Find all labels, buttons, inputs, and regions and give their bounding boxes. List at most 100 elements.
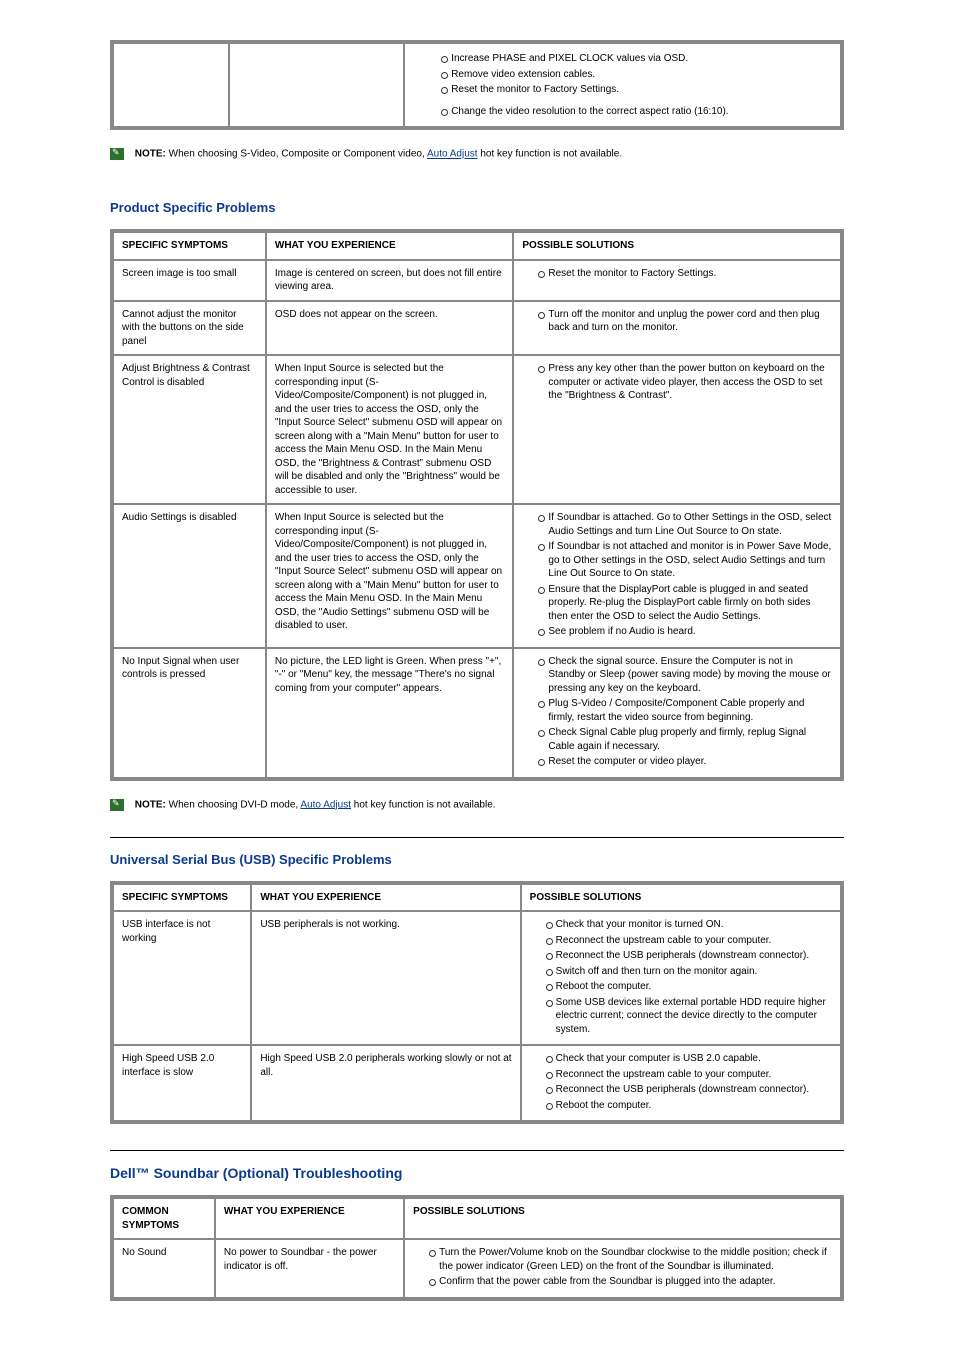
table-row: Adjust Brightness & Contrast Control is … [113, 355, 841, 504]
col-header: WHAT YOU EXPERIENCE [215, 1198, 404, 1239]
col-header: SPECIFIC SYMPTOMS [113, 884, 251, 912]
cell: Screen image is too small [113, 260, 266, 301]
list-item: Change the video resolution to the corre… [441, 105, 832, 119]
cell: USB interface is not working [113, 911, 251, 1045]
list-item: Ensure that the DisplayPort cable is plu… [538, 583, 832, 624]
note-icon [110, 148, 124, 160]
table-row: Increase PHASE and PIXEL CLOCK values vi… [113, 43, 841, 127]
heading-product-specific-problems: Product Specific Problems [110, 200, 844, 215]
solution-list: Reset the monitor to Factory Settings. [538, 267, 832, 281]
heading-soundbar-troubleshooting: Dell™ Soundbar (Optional) Troubleshootin… [110, 1165, 844, 1181]
cell: No power to Soundbar - the power indicat… [215, 1239, 404, 1298]
note-dvi: NOTE: When choosing DVI-D mode, Auto Adj… [110, 799, 844, 811]
solution-list: Check that your monitor is turned ON. Re… [546, 918, 832, 1036]
cell: Cannot adjust the monitor with the butto… [113, 301, 266, 356]
list-item: Reboot the computer. [546, 1099, 832, 1113]
solution-list: Check that your computer is USB 2.0 capa… [546, 1052, 832, 1112]
col-header: WHAT YOU EXPERIENCE [251, 884, 520, 912]
list-item: Check that your monitor is turned ON. [546, 918, 832, 932]
solution-list: Check the signal source. Ensure the Comp… [538, 655, 832, 769]
cell: Reset the monitor to Factory Settings. [513, 260, 841, 301]
solution-list: If Soundbar is attached. Go to Other Set… [538, 511, 832, 639]
table-row: Audio Settings is disabled When Input So… [113, 504, 841, 648]
cell: If Soundbar is attached. Go to Other Set… [513, 504, 841, 648]
solution-sublist: Increase PHASE and PIXEL CLOCK values vi… [441, 52, 832, 118]
divider [110, 1150, 844, 1151]
col-header: WHAT YOU EXPERIENCE [266, 232, 514, 260]
note-video: NOTE: When choosing S-Video, Composite o… [110, 148, 844, 160]
soundbar-table: COMMON SYMPTOMS WHAT YOU EXPERIENCE POSS… [110, 1195, 844, 1301]
solution-list: Turn the Power/Volume knob on the Soundb… [429, 1246, 832, 1289]
list-item: Turn the Power/Volume knob on the Soundb… [429, 1246, 832, 1273]
cell: Check the signal source. Ensure the Comp… [513, 648, 841, 778]
cell: No Sound [113, 1239, 215, 1298]
col-header: POSSIBLE SOLUTIONS [513, 232, 841, 260]
top-fragment-table: Increase PHASE and PIXEL CLOCK values vi… [110, 40, 844, 130]
note-icon [110, 799, 124, 811]
list-item: Some USB devices like external portable … [546, 996, 832, 1037]
cell: When Input Source is selected but the co… [266, 504, 514, 648]
table-row: Cannot adjust the monitor with the butto… [113, 301, 841, 356]
cell [113, 43, 229, 127]
table-row: No Input Signal when user controls is pr… [113, 648, 841, 778]
col-header: COMMON SYMPTOMS [113, 1198, 215, 1239]
list-item: If Soundbar is not attached and monitor … [538, 540, 832, 581]
list-item: Reconnect the USB peripherals (downstrea… [546, 949, 832, 963]
note-prefix: NOTE: [135, 149, 169, 160]
table-row: High Speed USB 2.0 interface is slow Hig… [113, 1045, 841, 1121]
cell [229, 43, 404, 127]
cell: Press any key other than the power butto… [513, 355, 841, 504]
table-row: No Sound No power to Soundbar - the powe… [113, 1239, 841, 1298]
list-item: Increase PHASE and PIXEL CLOCK values vi… [441, 52, 832, 66]
list-item: Remove video extension cables. [441, 68, 832, 82]
page: Increase PHASE and PIXEL CLOCK values vi… [0, 0, 954, 1361]
solution-list: Press any key other than the power butto… [538, 362, 832, 403]
cell: Check that your monitor is turned ON. Re… [521, 911, 841, 1045]
list-item: Confirm that the power cable from the So… [429, 1275, 832, 1289]
list-item: If Soundbar is attached. Go to Other Set… [538, 511, 832, 538]
list-item: Reconnect the upstream cable to your com… [546, 934, 832, 948]
usb-table: SPECIFIC SYMPTOMS WHAT YOU EXPERIENCE PO… [110, 881, 844, 1125]
col-header: SPECIFIC SYMPTOMS [113, 232, 266, 260]
list-item: Reset the monitor to Factory Settings. [538, 267, 832, 281]
cell: No picture, the LED light is Green. When… [266, 648, 514, 778]
list-item: Plug S-Video / Composite/Component Cable… [538, 697, 832, 724]
list-item: Turn off the monitor and unplug the powe… [538, 308, 832, 335]
list-item: Reset the computer or video player. [538, 755, 832, 769]
list-item: Reboot the computer. [546, 980, 832, 994]
cell: Increase PHASE and PIXEL CLOCK values vi… [404, 43, 841, 127]
list-item: Reconnect the USB peripherals (downstrea… [546, 1083, 832, 1097]
cell: No Input Signal when user controls is pr… [113, 648, 266, 778]
cell: High Speed USB 2.0 interface is slow [113, 1045, 251, 1121]
auto-adjust-link[interactable]: Auto Adjust [300, 799, 351, 810]
note-text: When choosing S-Video, Composite or Comp… [169, 149, 427, 160]
auto-adjust-link[interactable]: Auto Adjust [427, 149, 478, 160]
cell: Image is centered on screen, but does no… [266, 260, 514, 301]
note-text: When choosing DVI-D mode, [169, 799, 301, 810]
list-item: Switch off and then turn on the monitor … [546, 965, 832, 979]
cell: Adjust Brightness & Contrast Control is … [113, 355, 266, 504]
col-header: POSSIBLE SOLUTIONS [521, 884, 841, 912]
table-header-row: COMMON SYMPTOMS WHAT YOU EXPERIENCE POSS… [113, 1198, 841, 1239]
heading-usb-problems: Universal Serial Bus (USB) Specific Prob… [110, 852, 844, 867]
cell: High Speed USB 2.0 peripherals working s… [251, 1045, 520, 1121]
cell: Audio Settings is disabled [113, 504, 266, 648]
table-header-row: SPECIFIC SYMPTOMS WHAT YOU EXPERIENCE PO… [113, 884, 841, 912]
cell: Turn the Power/Volume knob on the Soundb… [404, 1239, 841, 1298]
list-item: Reset the monitor to Factory Settings. [441, 83, 832, 97]
cell: Turn off the monitor and unplug the powe… [513, 301, 841, 356]
list-item: Check that your computer is USB 2.0 capa… [546, 1052, 832, 1066]
table-row: USB interface is not working USB periphe… [113, 911, 841, 1045]
psp-table: SPECIFIC SYMPTOMS WHAT YOU EXPERIENCE PO… [110, 229, 844, 781]
table-header-row: SPECIFIC SYMPTOMS WHAT YOU EXPERIENCE PO… [113, 232, 841, 260]
table-row: Screen image is too small Image is cente… [113, 260, 841, 301]
cell: USB peripherals is not working. [251, 911, 520, 1045]
list-item: Reconnect the upstream cable to your com… [546, 1068, 832, 1082]
list-item: Check Signal Cable plug properly and fir… [538, 726, 832, 753]
cell: When Input Source is selected but the co… [266, 355, 514, 504]
list-item: Check the signal source. Ensure the Comp… [538, 655, 832, 696]
list-item: Press any key other than the power butto… [538, 362, 832, 403]
cell: OSD does not appear on the screen. [266, 301, 514, 356]
note-text-after: hot key function is not available. [480, 149, 622, 160]
solution-list: Turn off the monitor and unplug the powe… [538, 308, 832, 335]
